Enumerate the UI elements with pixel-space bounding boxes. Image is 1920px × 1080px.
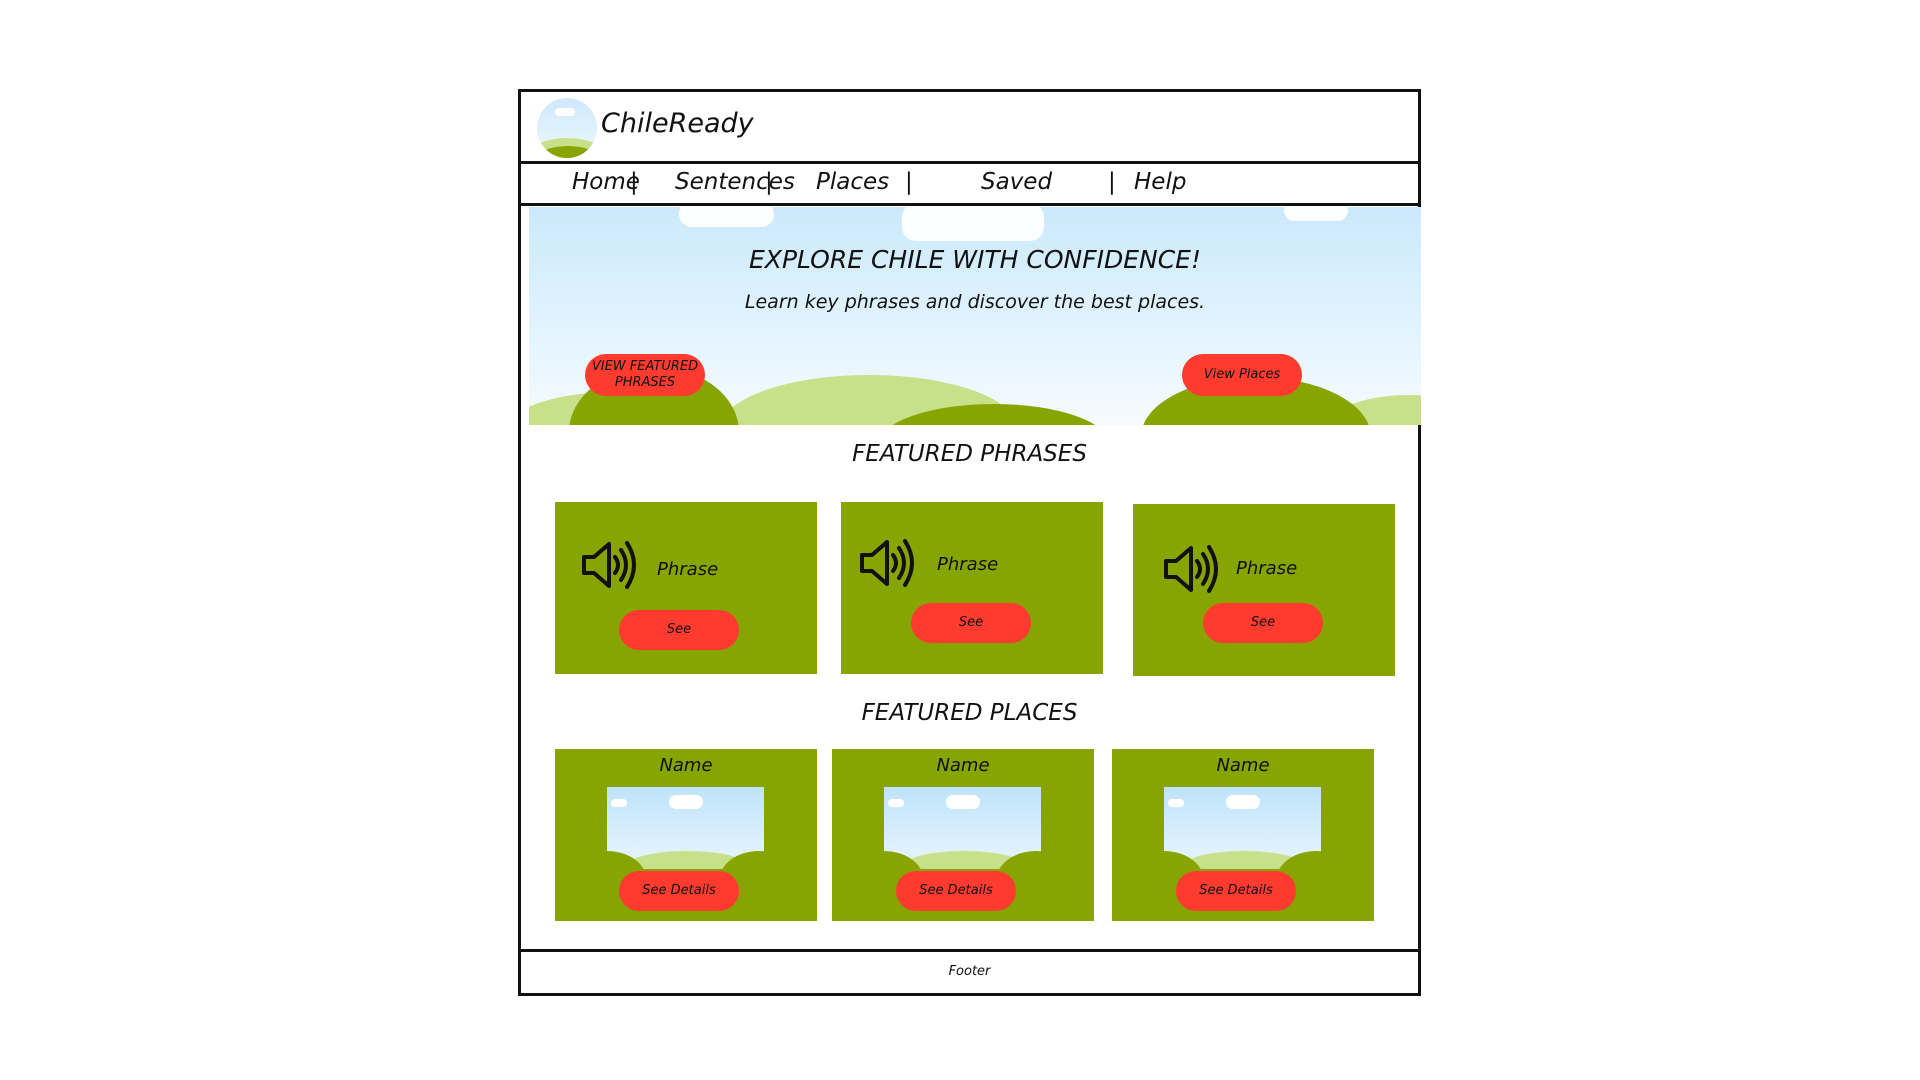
page-frame: ChileReady Home | Sentences | Places | S… [518, 89, 1421, 996]
nav-item-places[interactable]: Places [816, 169, 889, 195]
featured-phrases-title: FEATURED PHRASES [852, 441, 1087, 467]
place-image[interactable] [884, 787, 1041, 869]
see-details-button[interactable]: See Details [619, 871, 739, 911]
image-cloud [946, 795, 980, 809]
main-nav: Home | Sentences | Places | Saved | Help [521, 164, 1418, 206]
speaker-icon[interactable] [581, 540, 639, 590]
speaker-icon[interactable] [859, 538, 917, 588]
hero-banner: EXPLORE CHILE WITH CONFIDENCE! Learn key… [529, 207, 1421, 425]
phrase-card: Phrase See [555, 502, 817, 674]
image-cloud [611, 799, 627, 807]
view-places-button[interactable]: View Places [1182, 354, 1302, 396]
featured-places-title: FEATURED PLACES [861, 700, 1078, 726]
nav-separator: | [765, 169, 773, 195]
place-card: Name See Details [555, 749, 817, 921]
place-image[interactable] [607, 787, 764, 869]
see-phrase-button[interactable]: See [619, 610, 739, 650]
place-image[interactable] [1164, 787, 1321, 869]
place-name: Name [1216, 755, 1270, 776]
see-phrase-button[interactable]: See [911, 603, 1031, 643]
hero-subtitle: Learn key phrases and discover the best … [744, 291, 1206, 313]
hero-cloud [1284, 207, 1348, 221]
image-cloud [888, 799, 904, 807]
place-name: Name [659, 755, 713, 776]
nav-separator: | [630, 169, 638, 195]
app-title[interactable]: ChileReady [601, 108, 754, 139]
footer: Footer [521, 949, 1418, 993]
logo-cloud [555, 108, 575, 116]
phrase-card: Phrase See [841, 502, 1103, 674]
image-cloud [1168, 799, 1184, 807]
image-cloud [1226, 795, 1260, 809]
image-cloud [669, 795, 703, 809]
place-name: Name [936, 755, 990, 776]
nav-item-help[interactable]: Help [1134, 169, 1186, 195]
hero-cloud [902, 207, 1044, 241]
phrase-label: Phrase [657, 559, 719, 580]
nav-separator: | [1108, 169, 1116, 195]
view-featured-phrases-button[interactable]: VIEW FEATURED PHRASES [585, 354, 705, 396]
place-card: Name See Details [832, 749, 1094, 921]
see-details-button[interactable]: See Details [896, 871, 1016, 911]
phrase-label: Phrase [937, 554, 999, 575]
header: ChileReady [521, 92, 1418, 164]
phrase-card: Phrase See [1133, 504, 1395, 676]
hero-cloud [679, 207, 774, 227]
speaker-icon[interactable] [1163, 544, 1221, 594]
see-details-button[interactable]: See Details [1176, 871, 1296, 911]
nav-item-saved[interactable]: Saved [981, 169, 1052, 195]
phrase-label: Phrase [1236, 558, 1298, 579]
hero-title: EXPLORE CHILE WITH CONFIDENCE! [749, 245, 1201, 274]
place-card: Name See Details [1112, 749, 1374, 921]
see-phrase-button[interactable]: See [1203, 603, 1323, 643]
nav-separator: | [905, 169, 913, 195]
logo[interactable] [537, 98, 597, 158]
nav-item-sentences[interactable]: Sentences [675, 169, 795, 195]
